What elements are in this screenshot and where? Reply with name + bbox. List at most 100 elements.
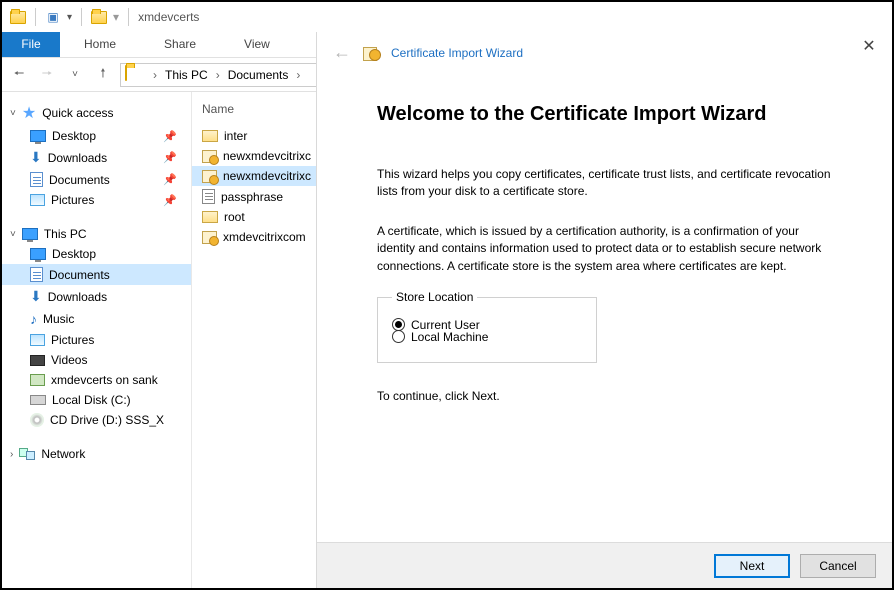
sidebar-item-label: Pictures bbox=[51, 333, 94, 347]
up-button[interactable]: 🠕 bbox=[92, 64, 114, 86]
file-name: xmdevcitrixcom bbox=[223, 230, 306, 244]
sidebar-item-label: Local Disk (C:) bbox=[52, 393, 131, 407]
certificate-icon bbox=[363, 45, 381, 61]
qat-dropdown-icon[interactable]: ▾ bbox=[67, 12, 72, 23]
tab-share[interactable]: Share bbox=[140, 32, 220, 57]
sidebar-item-desktop[interactable]: Desktop bbox=[2, 244, 191, 264]
close-button[interactable]: ✕ bbox=[852, 36, 886, 60]
wizard-continue-text: To continue, click Next. bbox=[377, 389, 832, 403]
folder-icon bbox=[10, 9, 26, 25]
sidebar-item-label: CD Drive (D:) SSS_X bbox=[50, 413, 164, 427]
pin-icon: 📌 bbox=[163, 151, 177, 164]
sidebar-item-label: Pictures bbox=[51, 193, 94, 207]
next-button[interactable]: Next bbox=[714, 554, 790, 578]
desktop-icon bbox=[30, 130, 46, 142]
pictures-icon bbox=[30, 194, 45, 206]
sidebar-item-pictures[interactable]: Pictures bbox=[2, 330, 191, 350]
chevron-down-icon: ˅ bbox=[10, 229, 16, 240]
wizard-dialog: ✕ ← Certificate Import Wizard Welcome to… bbox=[316, 32, 892, 588]
wizard-paragraph: A certificate, which is issued by a cert… bbox=[377, 223, 832, 275]
wizard-paragraph: This wizard helps you copy certificates,… bbox=[377, 166, 832, 201]
wizard-welcome-heading: Welcome to the Certificate Import Wizard bbox=[377, 103, 832, 126]
forward-button: 🠖 bbox=[36, 64, 58, 86]
certificate-icon bbox=[202, 150, 217, 163]
sidebar-item-documents[interactable]: Documents bbox=[2, 264, 191, 285]
crumb-documents[interactable]: Documents bbox=[226, 68, 291, 82]
chevron-right-icon[interactable]: › bbox=[290, 68, 306, 82]
certificate-icon bbox=[202, 170, 217, 183]
sidebar-item-label: This PC bbox=[44, 227, 87, 241]
folder-icon bbox=[202, 130, 218, 142]
sidebar-item-label: Desktop bbox=[52, 247, 96, 261]
window-title: xmdevcerts bbox=[138, 10, 199, 24]
pin-icon: 📌 bbox=[163, 194, 177, 207]
wizard-header: ← Certificate Import Wizard bbox=[317, 32, 892, 73]
sidebar-item-quick-access[interactable]: ˅ ★ Quick access bbox=[2, 100, 191, 126]
cd-icon bbox=[30, 413, 44, 427]
sidebar-item-cd-drive[interactable]: CD Drive (D:) SSS_X bbox=[2, 410, 191, 430]
sidebar-item-documents[interactable]: Documents 📌 bbox=[2, 169, 191, 190]
sidebar-item-label: Quick access bbox=[42, 106, 113, 120]
videos-icon bbox=[30, 355, 45, 366]
file-name: passphrase bbox=[221, 190, 283, 204]
desktop-icon bbox=[30, 248, 46, 260]
folder-icon[interactable] bbox=[91, 9, 107, 25]
sidebar-item-label: Music bbox=[43, 312, 74, 326]
radio-local-machine[interactable]: Local Machine bbox=[392, 326, 582, 348]
wizard-back-button: ← bbox=[331, 42, 353, 63]
store-location-group: Store Location Current User Local Machin… bbox=[377, 297, 597, 363]
sidebar-item-desktop[interactable]: Desktop 📌 bbox=[2, 126, 191, 146]
tab-file[interactable]: File bbox=[2, 32, 60, 57]
wizard-title: Certificate Import Wizard bbox=[391, 46, 523, 60]
chevron-right-icon[interactable]: › bbox=[210, 68, 226, 82]
cancel-button[interactable]: Cancel bbox=[800, 554, 876, 578]
properties-icon[interactable]: ▣ bbox=[45, 9, 61, 25]
file-name: inter bbox=[224, 129, 247, 143]
sidebar-item-label: Downloads bbox=[48, 151, 107, 165]
file-name: root bbox=[224, 210, 245, 224]
sidebar-item-downloads[interactable]: ⬇Downloads 📌 bbox=[2, 146, 191, 169]
network-drive-icon bbox=[30, 374, 45, 386]
file-name: newxmdevcitrixc bbox=[223, 149, 311, 163]
sidebar-item-label: Documents bbox=[49, 173, 110, 187]
music-icon: ♪ bbox=[30, 311, 37, 327]
text-file-icon bbox=[202, 189, 215, 204]
download-icon: ⬇ bbox=[30, 288, 42, 305]
drive-icon bbox=[30, 395, 46, 405]
sidebar-item-downloads[interactable]: ⬇ Downloads bbox=[2, 285, 191, 308]
fieldset-legend: Store Location bbox=[392, 290, 477, 304]
sidebar-item-label: xmdevcerts on sank bbox=[51, 373, 158, 387]
sidebar-item-music[interactable]: ♪ Music bbox=[2, 308, 191, 330]
document-icon bbox=[30, 172, 43, 187]
folder-icon bbox=[125, 66, 143, 84]
history-dropdown[interactable]: ˅ bbox=[64, 64, 86, 86]
chevron-right-icon: › bbox=[10, 449, 13, 460]
file-name: newxmdevcitrixc bbox=[223, 169, 311, 183]
radio-icon bbox=[392, 330, 405, 343]
title-bar: ▣ ▾ ▾ xmdevcerts bbox=[2, 2, 892, 32]
folder-icon bbox=[202, 211, 218, 223]
star-icon: ★ bbox=[22, 103, 36, 123]
pin-icon: 📌 bbox=[163, 173, 177, 186]
sidebar-item-label: Desktop bbox=[52, 129, 96, 143]
certificate-icon bbox=[202, 231, 217, 244]
sidebar-item-label: Network bbox=[41, 447, 85, 461]
crumb-this-pc[interactable]: This PC bbox=[163, 68, 210, 82]
chevron-right-icon[interactable]: › bbox=[147, 68, 163, 82]
document-icon bbox=[30, 267, 43, 282]
sidebar-item-this-pc[interactable]: ˅ This PC bbox=[2, 224, 191, 244]
sidebar-item-network[interactable]: › Network bbox=[2, 444, 191, 464]
pc-icon bbox=[22, 228, 38, 240]
tab-home[interactable]: Home bbox=[60, 32, 140, 57]
pictures-icon bbox=[30, 334, 45, 346]
chevron-down-icon: ˅ bbox=[10, 108, 16, 119]
radio-label: Local Machine bbox=[411, 330, 488, 344]
sidebar-item-pictures[interactable]: Pictures 📌 bbox=[2, 190, 191, 210]
back-button[interactable]: 🠔 bbox=[8, 64, 30, 86]
sidebar-item-label: Downloads bbox=[48, 290, 107, 304]
sidebar-item-local-disk[interactable]: Local Disk (C:) bbox=[2, 390, 191, 410]
tab-view[interactable]: View bbox=[220, 32, 294, 57]
sidebar-item-label: Videos bbox=[51, 353, 87, 367]
sidebar-item-videos[interactable]: Videos bbox=[2, 350, 191, 370]
sidebar-item-netdrive[interactable]: xmdevcerts on sank bbox=[2, 370, 191, 390]
